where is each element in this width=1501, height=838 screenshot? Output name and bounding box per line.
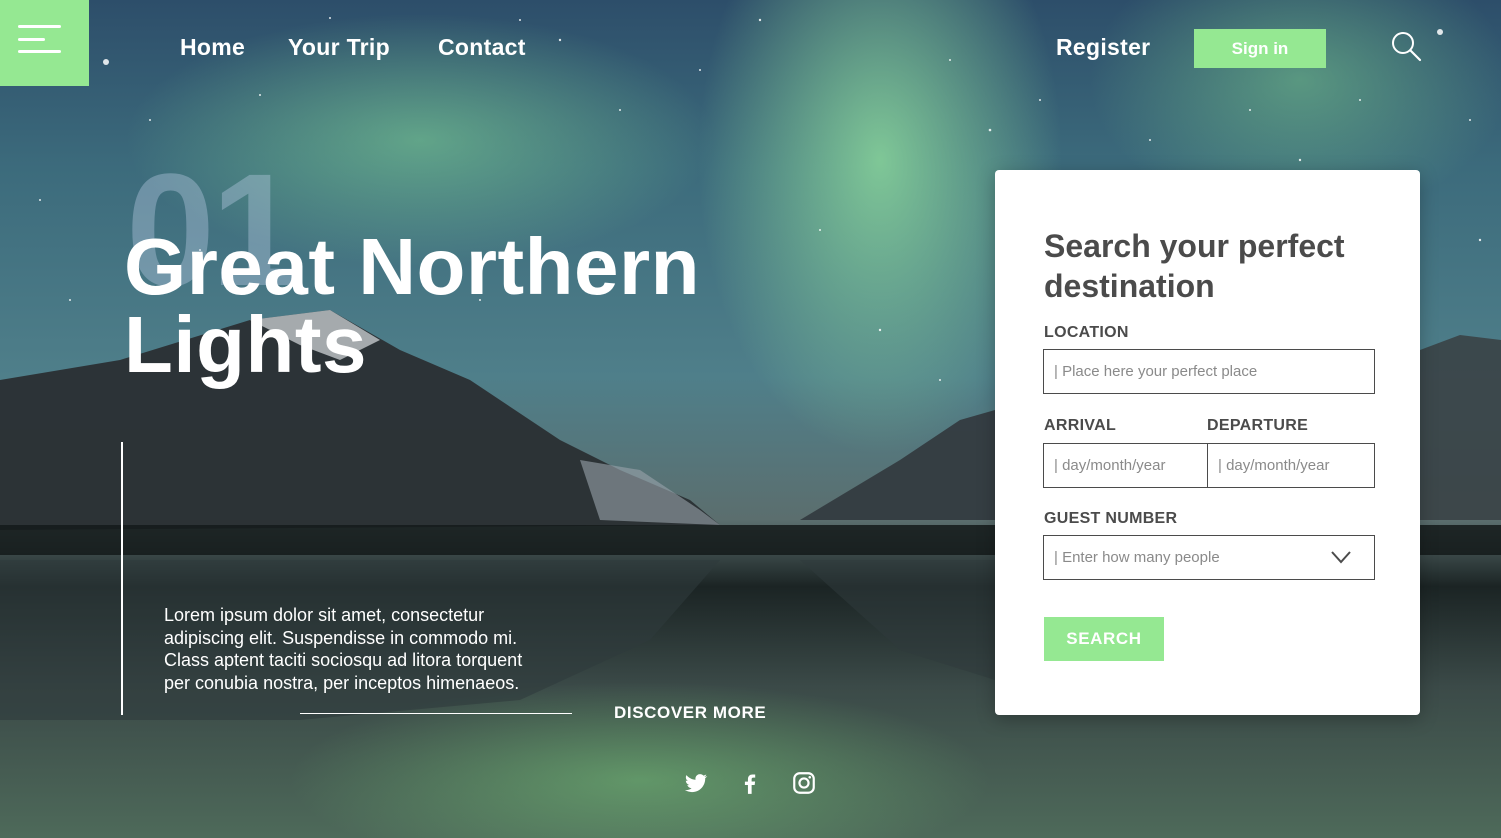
hero-title: Great Northern Lights: [124, 227, 824, 385]
hero-description: Lorem ipsum dolor sit amet, consectetur …: [164, 605, 523, 693]
location-label: LOCATION: [1044, 324, 1129, 341]
discover-more-link[interactable]: DISCOVER MORE: [614, 703, 766, 723]
register-link[interactable]: Register: [1056, 34, 1150, 61]
menu-bar-icon: [18, 50, 61, 53]
vertical-divider: [121, 442, 123, 715]
facebook-icon[interactable]: [737, 770, 763, 796]
sign-in-button[interactable]: Sign in: [1194, 29, 1326, 68]
horizontal-divider: [300, 713, 572, 714]
location-input[interactable]: [1043, 349, 1375, 394]
menu-bar-icon: [18, 25, 61, 28]
hero-title-line1: Great Northern: [124, 222, 700, 311]
guest-number-label: GUEST NUMBER: [1044, 510, 1178, 527]
departure-date-input[interactable]: [1207, 443, 1375, 488]
search-destination-card: Search your perfect destination LOCATION…: [995, 170, 1420, 715]
card-title: Search your perfect destination: [1044, 228, 1345, 304]
hamburger-menu-button[interactable]: [0, 0, 89, 86]
guest-number-select[interactable]: | Enter how many people: [1043, 535, 1375, 580]
nav-contact-link[interactable]: Contact: [438, 34, 526, 61]
menu-bar-icon: [18, 38, 45, 41]
search-button[interactable]: SEARCH: [1044, 617, 1164, 661]
instagram-icon[interactable]: [791, 770, 817, 796]
search-icon[interactable]: [1390, 30, 1422, 62]
nav-your-trip-link[interactable]: Your Trip: [288, 34, 390, 61]
nav-home-link[interactable]: Home: [180, 34, 245, 61]
guest-number-placeholder: | Enter how many people: [1054, 549, 1220, 566]
arrival-date-input[interactable]: [1043, 443, 1208, 488]
arrival-label: ARRIVAL: [1044, 417, 1117, 434]
hero-title-line2: Lights: [124, 300, 367, 389]
twitter-icon[interactable]: [683, 770, 709, 796]
chevron-down-icon: [1331, 551, 1351, 564]
departure-label: DEPARTURE: [1207, 417, 1309, 434]
